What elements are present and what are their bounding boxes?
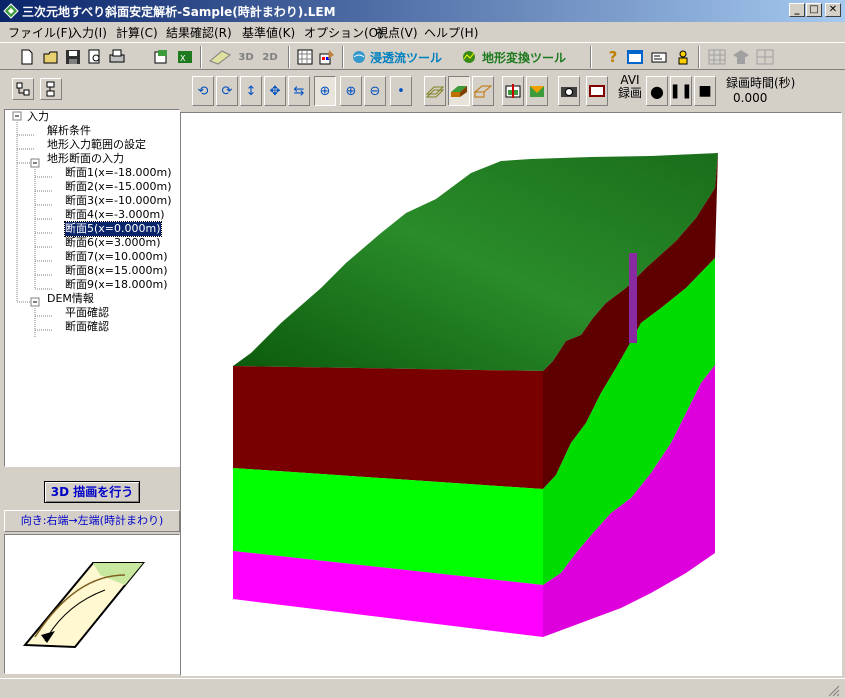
id-card-icon[interactable]: [648, 46, 670, 68]
toolbar-separator: [200, 46, 202, 68]
view-toolbar: ⟲ ⟳ ↕ ✥ ⇆ ⊕ ⊕ ⊖ • AVI 録画 ● ❚❚ ■ 録画時間(秒) …: [186, 72, 845, 112]
record-time-value: 0.000: [733, 91, 768, 105]
tree-toolbar: [0, 72, 180, 108]
new-file-icon[interactable]: [16, 46, 38, 68]
tree-node-section-check[interactable]: 断面確認: [65, 320, 109, 334]
help-question-icon[interactable]: ?: [602, 46, 624, 68]
grid-2d-disabled-icon[interactable]: [754, 46, 776, 68]
film-icon[interactable]: [586, 76, 608, 106]
view-3d-disabled-icon[interactable]: [730, 46, 752, 68]
zoom-out-icon[interactable]: ⊖: [364, 76, 386, 106]
tree-node-plan-check[interactable]: 平面確認: [65, 306, 109, 320]
tree-node-section[interactable]: 断面4(x=-3.000m): [65, 208, 164, 222]
window-title: 三次元地すべり斜面安定解析-Sample(時計まわり).LEM: [22, 5, 336, 19]
resize-grip-icon[interactable]: [828, 685, 840, 697]
pan-icon[interactable]: ✥: [264, 76, 286, 106]
point-icon[interactable]: •: [390, 76, 412, 106]
tree-node-section[interactable]: 断面3(x=-10.000m): [65, 194, 171, 208]
tree-node-section[interactable]: 断面1(x=-18.000m): [65, 166, 171, 180]
pause-button[interactable]: ❚❚: [669, 76, 693, 106]
slope-preview: [4, 534, 180, 674]
window-icon[interactable]: [624, 46, 646, 68]
status-bar: [0, 678, 845, 698]
record-label: 録画: [617, 86, 642, 100]
maximize-button[interactable]: □: [806, 3, 822, 17]
stop-button[interactable]: ■: [694, 76, 716, 106]
view-3d-button[interactable]: 3D: [234, 46, 258, 68]
collapse-tree-icon[interactable]: [40, 78, 62, 100]
app-icon: [3, 3, 19, 19]
slope-preview-icon: [22, 562, 146, 649]
solid-icon[interactable]: [448, 76, 470, 106]
excel-icon[interactable]: X: [174, 46, 196, 68]
toolbar-separator: [288, 46, 290, 68]
draw-3d-button[interactable]: 3D 描画を行う: [44, 481, 140, 503]
open-folder-icon[interactable]: [40, 46, 62, 68]
toolbar-separator: [590, 46, 592, 68]
tree-node-section[interactable]: 断面2(x=-15.000m): [65, 180, 171, 194]
wireframe-icon[interactable]: [424, 76, 446, 106]
tree-node-analysis-conditions[interactable]: 解析条件: [47, 124, 91, 138]
palette-icon[interactable]: [316, 46, 338, 68]
3d-viewport[interactable]: [180, 112, 842, 676]
tree-node-terrain-range[interactable]: 地形入力範囲の設定: [47, 138, 146, 152]
grid-3d-disabled-icon[interactable]: [706, 46, 728, 68]
menu-view[interactable]: 視点(V): [372, 24, 422, 41]
toolbar-separator: [698, 46, 700, 68]
tree-node-section-selected[interactable]: 断面5(x=0.000m): [64, 221, 162, 237]
rotate-vertical-icon[interactable]: ↕: [240, 76, 262, 106]
terrain-tool-button[interactable]: 地形変換ツール: [482, 49, 566, 66]
export-icon[interactable]: [150, 46, 172, 68]
3d-model: [233, 153, 718, 637]
slope-view-icon[interactable]: [206, 46, 234, 68]
layer-red-front: [233, 366, 543, 489]
menu-bar: ファイル(F) 入力(I) 計算(C) 結果確認(R) 基準値(K) オプション…: [0, 22, 845, 42]
section-cut-icon[interactable]: [526, 76, 548, 106]
section-marker: [629, 253, 637, 343]
menu-results[interactable]: 結果確認(R): [162, 24, 236, 41]
tree-node-section[interactable]: 断面7(x=10.000m): [65, 250, 168, 264]
save-icon[interactable]: [62, 46, 84, 68]
terrain-icon[interactable]: [458, 46, 480, 68]
avi-record-label[interactable]: AVI 録画: [616, 74, 644, 100]
grid-icon[interactable]: [294, 46, 316, 68]
view-2d-button[interactable]: 2D: [258, 46, 282, 68]
svg-text:X: X: [180, 54, 186, 63]
rotate-right-icon[interactable]: ⟳: [216, 76, 238, 106]
zoom-window-icon[interactable]: ⊕: [314, 76, 336, 106]
zoom-in-icon[interactable]: ⊕: [340, 76, 362, 106]
tree-node-dem-group[interactable]: DEM情報: [47, 292, 94, 306]
tree-node-section[interactable]: 断面9(x=18.000m): [65, 278, 168, 292]
input-tree[interactable]: 入力 解析条件 地形入力範囲の設定 地形断面の入力 断面1(x=-18.000m…: [4, 109, 180, 467]
menu-calc[interactable]: 計算(C): [112, 24, 162, 41]
menu-help[interactable]: ヘルプ(H): [420, 24, 482, 41]
tree-node-sections-group[interactable]: 地形断面の入力: [47, 152, 124, 166]
print-icon[interactable]: [106, 46, 128, 68]
close-button[interactable]: ✕: [825, 3, 841, 17]
minimize-button[interactable]: _: [789, 3, 805, 17]
tree-node-section[interactable]: 断面6(x=3.000m): [65, 236, 161, 250]
camera-icon[interactable]: [558, 76, 580, 106]
direction-label[interactable]: 向き:右端→左端(時計まわり): [4, 510, 180, 532]
seepage-icon[interactable]: [348, 46, 370, 68]
user-help-icon[interactable]: [672, 46, 694, 68]
title-bar[interactable]: 三次元地すべり斜面安定解析-Sample(時計まわり).LEM _ □ ✕: [0, 0, 845, 22]
record-button[interactable]: ●: [646, 76, 668, 106]
expand-tree-icon[interactable]: [12, 78, 34, 100]
transparent-icon[interactable]: [472, 76, 494, 106]
main-toolbar: X 3D 2D 浸透流ツール 地形変換ツール ?: [0, 42, 845, 70]
print-preview-icon[interactable]: [84, 46, 106, 68]
rotate-left-icon[interactable]: ⟲: [192, 76, 214, 106]
tree-node-section[interactable]: 断面8(x=15.000m): [65, 264, 168, 278]
menu-standard[interactable]: 基準値(K): [238, 24, 299, 41]
tree-node-input[interactable]: 入力: [27, 110, 49, 124]
section-view-icon[interactable]: [502, 76, 524, 106]
flip-icon[interactable]: ⇆: [288, 76, 310, 106]
record-time-label: 録画時間(秒): [726, 76, 796, 90]
toolbar-separator: [342, 46, 344, 68]
seepage-tool-button[interactable]: 浸透流ツール: [370, 49, 442, 66]
menu-input[interactable]: 入力(I): [66, 24, 111, 41]
